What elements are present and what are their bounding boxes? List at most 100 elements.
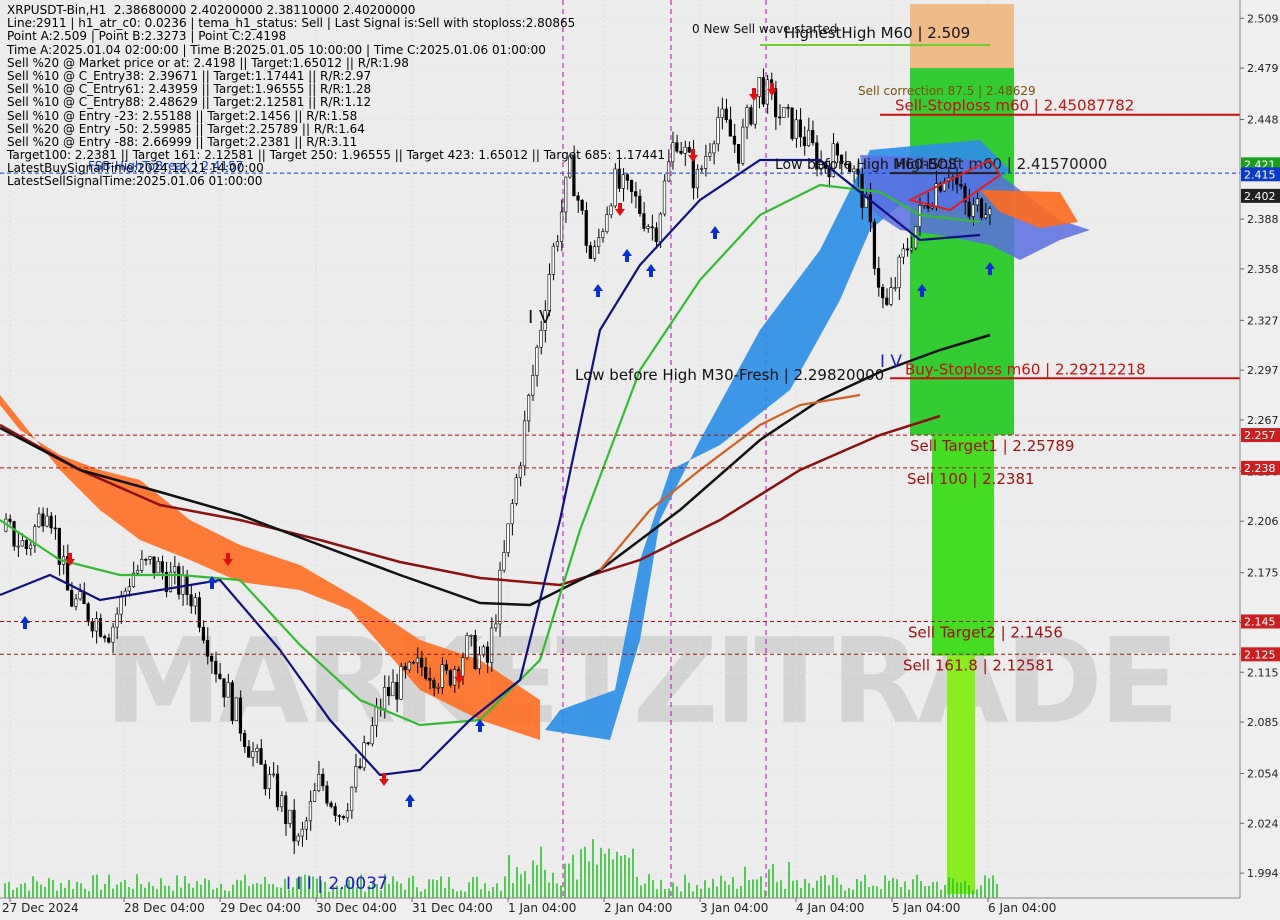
candle-body	[732, 135, 737, 145]
time-tick-label: 30 Dec 04:00	[316, 901, 397, 915]
volume-bar	[132, 888, 134, 898]
volume-bar	[996, 883, 998, 898]
volume-bar	[672, 882, 674, 898]
candle-body	[177, 566, 181, 595]
candle-body	[885, 297, 889, 305]
level-label: Buy-Stoploss m60 | 2.29212218	[905, 360, 1146, 378]
candle-body	[642, 213, 646, 229]
volume-bar	[768, 869, 770, 898]
candle-body	[539, 329, 543, 348]
volume-bar	[404, 889, 406, 898]
time-tick-label: 2 Jan 04:00	[604, 901, 672, 915]
volume-bar	[520, 874, 522, 898]
candle-body	[967, 201, 971, 217]
volume-bar	[920, 881, 922, 898]
volume-bar	[400, 883, 402, 898]
volume-bar	[952, 878, 954, 898]
annotation-label: HighestHigh M60 | 2.509	[784, 24, 970, 42]
axis-tick-label: 2.327	[1247, 314, 1279, 327]
volume-bar	[260, 884, 262, 898]
volume-bar	[600, 847, 602, 898]
volume-bar	[116, 884, 118, 898]
volume-bar	[232, 884, 234, 898]
volume-bar	[236, 879, 238, 898]
volume-bar	[264, 876, 266, 898]
time-tick-label: 31 Dec 04:00	[412, 901, 493, 915]
volume-bar	[880, 889, 882, 898]
candle-body	[317, 773, 321, 791]
candle-body	[292, 809, 296, 842]
volume-bar	[720, 875, 722, 898]
volume-bar	[44, 886, 46, 898]
volume-bar	[256, 883, 258, 898]
volume-bar	[868, 887, 870, 898]
candle-body	[489, 627, 494, 663]
candle-body	[226, 682, 230, 698]
volume-bar	[80, 883, 82, 898]
volume-bar	[616, 851, 618, 898]
volume-bar	[192, 887, 194, 898]
volume-bar	[560, 885, 562, 898]
volume-bar	[884, 875, 886, 898]
candle-body	[374, 707, 378, 726]
candle-body	[181, 574, 185, 595]
level-label: Sell 100 | 2.2381	[907, 470, 1035, 488]
volume-bar	[112, 888, 114, 898]
axis-tick-label: 2.358	[1247, 263, 1279, 276]
volume-bar	[244, 874, 246, 898]
candle-body	[304, 820, 308, 830]
volume-bar	[276, 887, 278, 898]
volume-bar	[248, 886, 250, 898]
candle-body	[432, 680, 436, 689]
candle-body	[403, 666, 407, 671]
candle-body	[708, 152, 712, 157]
volume-bar	[960, 882, 962, 898]
volume-bar	[488, 891, 490, 898]
volume-bar	[128, 886, 130, 898]
volume-bar	[936, 881, 938, 898]
candle-body	[494, 623, 498, 629]
volume-bar	[64, 887, 66, 898]
candle-body	[24, 540, 29, 550]
candle-body	[436, 687, 440, 689]
volume-bar	[724, 881, 726, 898]
volume-bar	[944, 884, 946, 898]
time-tick-label: 4 Jan 04:00	[796, 901, 864, 915]
volume-bar	[456, 891, 458, 898]
volume-bar	[792, 880, 794, 898]
green-zone	[910, 68, 1014, 435]
candle-body	[736, 144, 741, 164]
volume-bar	[20, 884, 22, 898]
volume-bar	[992, 875, 994, 898]
volume-bar	[216, 887, 218, 898]
candle-body	[140, 559, 144, 571]
volume-bar	[144, 887, 146, 898]
candle-body	[152, 556, 156, 574]
volume-bar	[228, 891, 230, 898]
level-label: Sell Target1 | 2.25789	[910, 437, 1074, 455]
candle-body	[909, 247, 914, 251]
volume-bar	[72, 889, 74, 898]
volume-bar	[240, 880, 242, 898]
candle-body	[238, 697, 243, 734]
volume-bar	[648, 874, 650, 898]
candle-body	[765, 79, 769, 105]
candle-body	[666, 161, 671, 182]
candle-body	[49, 515, 53, 529]
candle-body	[144, 559, 148, 561]
volume-bar	[976, 889, 978, 898]
axis-tick-label: 2.085	[1247, 716, 1279, 729]
volume-bar	[636, 876, 638, 898]
volume-bar	[612, 859, 614, 898]
volume-bar	[632, 848, 634, 898]
axis-tick-label: 2.175	[1247, 567, 1279, 580]
candle-body	[341, 815, 345, 819]
volume-bar	[620, 855, 622, 898]
volume-bar	[84, 888, 86, 898]
volume-bar	[596, 864, 598, 898]
candle-body	[802, 136, 807, 147]
candle-body	[687, 146, 691, 153]
volume-bar	[728, 884, 730, 898]
volume-bar	[104, 884, 106, 898]
volume-bar	[476, 876, 478, 898]
